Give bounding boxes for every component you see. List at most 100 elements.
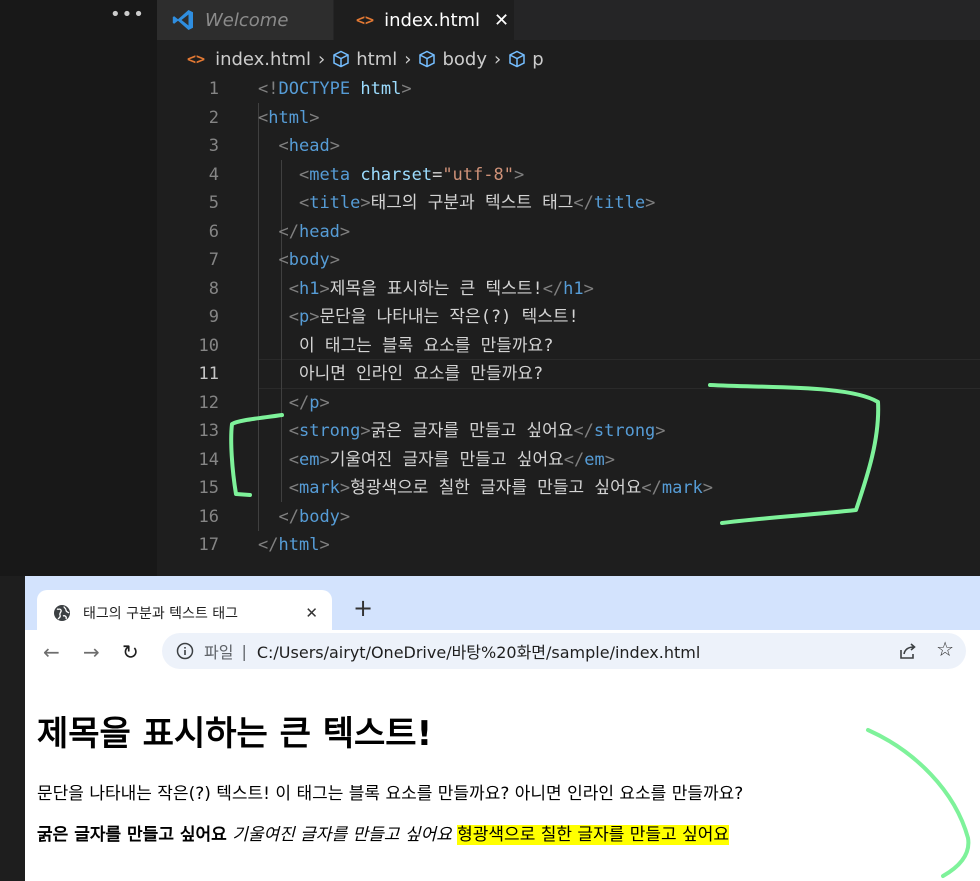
code-token: > <box>339 478 351 498</box>
strong-text: 굵은 글자를 만들고 싶어요 <box>37 825 227 845</box>
code-token: strong <box>298 421 361 441</box>
line-number: 5 <box>208 193 219 213</box>
code-token: > <box>604 449 615 470</box>
code-line[interactable]: 2 <html> <box>157 104 980 133</box>
reload-icon[interactable]: ↻ <box>122 640 139 664</box>
code-line[interactable]: 3 <head> <box>157 132 980 161</box>
close-icon[interactable]: ✕ <box>494 10 509 31</box>
code-token: html <box>278 535 320 555</box>
address-bar[interactable]: 파일 | C:/Users/airyt/OneDrive/바탕%20화면/sam… <box>162 633 966 669</box>
new-tab-icon[interactable]: + <box>353 594 373 622</box>
code-token: title <box>309 193 361 213</box>
code-token: </ <box>573 193 594 213</box>
close-icon[interactable]: ✕ <box>305 604 318 622</box>
editor-tab-bar: Welcome <> index.html ✕ <box>157 0 980 40</box>
code-token: > <box>702 478 714 498</box>
code-line[interactable]: 1 <!DOCTYPE html> <box>157 75 980 104</box>
code-line[interactable]: 12 </p> <box>157 389 980 418</box>
tab-welcome[interactable]: Welcome <box>157 0 333 40</box>
code-token: </ <box>641 478 662 498</box>
breadcrumb-item-body[interactable]: body <box>442 49 487 70</box>
forward-arrow-icon[interactable]: → <box>83 640 100 664</box>
page-paragraph: 문단을 나타내는 작은(?) 텍스트! 이 태그는 블록 요소를 만들까요? 아… <box>37 784 744 804</box>
code-token: head <box>298 221 340 242</box>
line-number: 14 <box>198 449 219 470</box>
share-icon[interactable] <box>898 641 918 661</box>
breadcrumb: <> index.html › html › body › p <box>157 44 544 74</box>
code-token: > <box>309 107 320 128</box>
divider: | <box>241 641 247 661</box>
browser-top-bar: 태그의 구분과 텍스트 태그 ✕ + ← → ↻ 파일 | C:/Users/a… <box>25 576 980 673</box>
code-token: html <box>268 107 310 128</box>
code-token: head <box>288 136 330 156</box>
code-text: <em>기울여진 글자를 만들고 싶어요</em> <box>258 446 615 475</box>
code-text: </head> <box>258 218 350 247</box>
breadcrumb-item-file[interactable]: index.html <box>215 49 311 70</box>
code-token: html <box>360 79 402 99</box>
browser-window: 태그의 구분과 텍스트 태그 ✕ + ← → ↻ 파일 | C:/Users/a… <box>25 576 980 881</box>
tab-index-html[interactable]: <> index.html ✕ <box>334 0 514 40</box>
code-text: <mark>형광색으로 칠한 글자를 만들고 싶어요</mark> <box>258 474 713 503</box>
code-token: > <box>319 449 330 470</box>
info-icon[interactable] <box>176 642 194 660</box>
element-cube-icon <box>419 50 436 68</box>
code-token: em <box>298 449 320 470</box>
url-text[interactable]: C:/Users/airyt/OneDrive/바탕%20화면/sample/i… <box>257 639 700 663</box>
code-line[interactable]: 11 아니면 인라인 요소를 만들까요? <box>157 360 980 389</box>
code-token: > <box>309 307 320 327</box>
line-number: 17 <box>198 535 219 555</box>
code-token: > <box>329 250 340 270</box>
page-heading: 제목을 표시하는 큰 텍스트! <box>37 714 433 754</box>
code-token: em <box>584 449 605 470</box>
code-line[interactable]: 5 <title>태그의 구분과 텍스트 태그</title> <box>157 189 980 218</box>
code-token: 제목을 표시하는 큰 텍스트! <box>329 278 543 299</box>
chevron-right-icon: › <box>404 48 412 70</box>
code-line[interactable]: 15 <mark>형광색으로 칠한 글자를 만들고 싶어요</mark> <box>157 474 980 503</box>
code-token: </ <box>278 506 299 527</box>
code-token: > <box>655 421 666 441</box>
code-text: </p> <box>258 389 330 418</box>
code-token: > <box>339 221 351 242</box>
code-text: <body> <box>258 246 340 275</box>
code-line[interactable]: 16 </body> <box>157 503 980 532</box>
code-token: title <box>593 193 646 213</box>
rendered-page: 제목을 표시하는 큰 텍스트! 문단을 나타내는 작은(?) 텍스트! 이 태그… <box>37 706 967 845</box>
browser-toolbar: ← → ↻ 파일 | C:/Users/airyt/OneDrive/바탕%20… <box>25 630 980 673</box>
more-actions-icon[interactable]: ••• <box>110 4 145 25</box>
code-token: < <box>278 136 289 156</box>
breadcrumb-item-p[interactable]: p <box>532 49 543 70</box>
breadcrumb-item-html[interactable]: html <box>356 49 397 70</box>
code-text: <strong>굵은 글자를 만들고 싶어요</strong> <box>258 417 666 446</box>
code-line[interactable]: 6 </head> <box>157 218 980 247</box>
inline-text-row: 굵은 글자를 만들고 싶어요 기울여진 글자를 만들고 싶어요 형광색으로 칠한… <box>37 820 967 845</box>
code-text: <html> <box>258 104 319 133</box>
code-line[interactable]: 14 <em>기울여진 글자를 만들고 싶어요</em> <box>157 446 980 475</box>
code-line[interactable]: 13 <strong>굵은 글자를 만들고 싶어요</strong> <box>157 417 980 446</box>
code-line[interactable]: 8 <h1>제목을 표시하는 큰 텍스트!</h1> <box>157 275 980 304</box>
line-number: 1 <box>208 79 219 99</box>
vscode-logo-icon <box>172 10 193 30</box>
code-line[interactable]: 10 이 태그는 블록 요소를 만들까요? <box>157 332 980 361</box>
code-editor[interactable]: 1 <!DOCTYPE html> 2 <html> 3 <head> 4 <meta c… <box>157 75 980 565</box>
code-token: DOCTYPE <box>278 79 351 99</box>
line-number: 12 <box>198 392 219 413</box>
code-line[interactable]: 7 <body> <box>157 246 980 275</box>
bookmark-star-icon[interactable]: ☆ <box>936 637 954 661</box>
code-token: < <box>258 107 269 128</box>
back-arrow-icon[interactable]: ← <box>43 640 60 664</box>
em-text: 기울여진 글자를 만들고 싶어요 <box>232 825 452 845</box>
code-text: <p>문단을 나타내는 작은(?) 텍스트! <box>258 303 579 332</box>
code-line[interactable]: 17 </html> <box>157 531 980 560</box>
code-token: 태그의 구분과 텍스트 태그 <box>370 193 574 213</box>
code-token: < <box>288 478 299 498</box>
html-file-icon: <> <box>356 11 375 29</box>
code-line[interactable]: 4 <meta charset="utf-8"> <box>157 161 980 190</box>
code-line[interactable]: 9 <p>문단을 나타내는 작은(?) 텍스트! <box>157 303 980 332</box>
